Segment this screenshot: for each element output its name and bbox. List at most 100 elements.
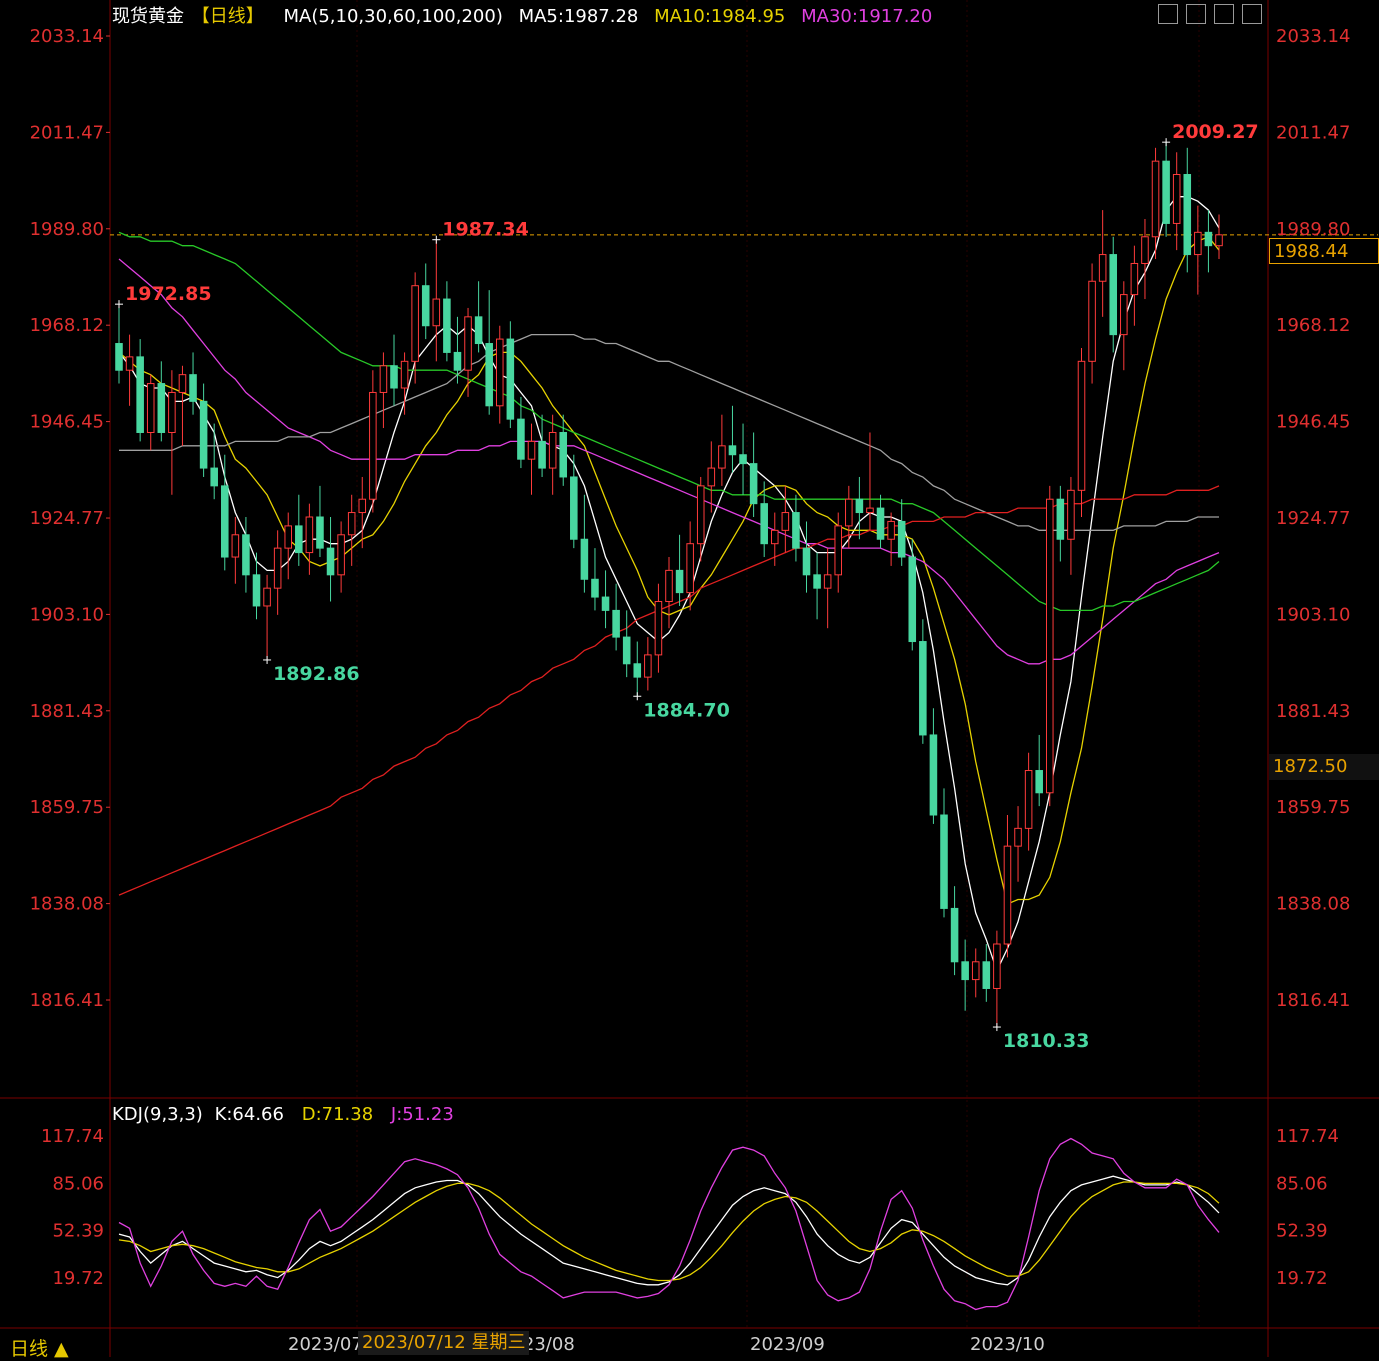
candle-up[interactable] [400,360,409,389]
candle-down[interactable] [1035,770,1043,794]
candle-up[interactable] [696,485,705,545]
crosshair-icon[interactable] [1158,4,1178,24]
candle-up[interactable] [125,356,134,371]
candle-down[interactable] [813,574,821,589]
candle-down[interactable] [950,907,959,963]
candle-down[interactable] [792,512,800,549]
candle-down[interactable] [220,485,229,558]
candle-down[interactable] [1056,498,1065,540]
bar-chart-icon[interactable] [1214,4,1234,24]
candle-up[interactable] [168,391,176,433]
candle-down[interactable] [252,574,261,607]
candle-up[interactable] [1014,827,1022,847]
candle-up[interactable] [411,285,419,362]
candle-up[interactable] [1215,234,1223,247]
candle-down[interactable] [443,298,451,353]
chart-canvas[interactable]: 2033.14 2033.14 2011.47 2011.47 1989.80 1989.… [0,0,1379,1357]
candle-down[interactable] [326,547,335,576]
candle-down[interactable] [1183,174,1192,256]
candle-up[interactable] [834,525,843,576]
candle-down[interactable] [1109,254,1118,336]
candle-down[interactable] [802,547,811,576]
candle-up[interactable] [263,587,271,607]
candle-up[interactable] [1098,254,1107,282]
candle-down[interactable] [622,636,631,665]
candle-up[interactable] [527,440,536,460]
candle-down[interactable] [675,569,684,594]
candle-down[interactable] [474,316,483,345]
candle-down[interactable] [242,534,250,576]
candle-up[interactable] [654,601,663,656]
candle-up[interactable] [337,534,345,576]
candle-down[interactable] [136,356,144,433]
candle-up[interactable] [707,467,716,487]
candle-up[interactable] [495,338,504,407]
candle-down[interactable] [295,525,303,554]
candle-down[interactable] [855,498,864,514]
candle-down[interactable] [1204,231,1213,247]
candle-down[interactable] [591,578,599,598]
candle-up[interactable] [887,520,895,540]
candle-down[interactable] [760,503,768,545]
candle-down[interactable] [940,814,948,909]
candle-down[interactable] [612,609,620,638]
candle-up[interactable] [358,498,367,514]
candle-up[interactable] [1024,770,1033,829]
candle-up[interactable] [1077,360,1086,491]
candle-down[interactable] [749,463,758,505]
candle-down[interactable] [199,400,208,469]
candle-up[interactable] [1194,231,1202,256]
candle-down[interactable] [506,338,515,420]
candle-up[interactable] [866,507,874,514]
candle-up[interactable] [971,961,980,981]
candle-up[interactable] [1003,845,1012,945]
candle-down[interactable] [517,418,525,460]
candle-up[interactable] [369,391,377,500]
candle-down[interactable] [982,961,991,989]
candle-up[interactable] [1172,174,1181,224]
candle-up[interactable] [770,529,779,545]
ma-params[interactable]: MA(5,10,30,60,100,200) [283,6,502,27]
candle-up[interactable] [548,431,557,469]
candle-up[interactable] [146,383,155,433]
candle-down[interactable] [189,374,197,402]
candle-up[interactable] [379,365,388,393]
candle-down[interactable] [961,961,969,981]
candle-down[interactable] [390,365,398,389]
candle-down[interactable] [316,516,324,549]
candle-down[interactable] [633,663,642,678]
candle-up[interactable] [1151,160,1160,238]
candle-up[interactable] [1067,489,1075,540]
candle-up[interactable] [644,654,652,678]
candle-up[interactable] [1130,262,1139,296]
candle-up[interactable] [718,445,726,469]
candle-down[interactable] [421,285,430,327]
candle-up[interactable] [686,543,694,594]
candle-down[interactable] [601,596,610,611]
candle-up[interactable] [1141,236,1149,264]
candle-down[interactable] [538,440,546,469]
candle-up[interactable] [665,569,673,603]
candle-up[interactable] [273,547,282,589]
bar-chart-icon[interactable] [1186,4,1206,24]
candle-up[interactable] [231,534,240,558]
candle-down[interactable] [115,343,123,371]
candle-up[interactable] [284,525,293,549]
candle-down[interactable] [559,431,568,478]
candle-down[interactable] [897,520,906,558]
candle-down[interactable] [570,476,578,540]
candle-down[interactable] [485,343,493,407]
candle-up[interactable] [781,512,790,531]
candle-up[interactable] [178,374,187,393]
candle-up[interactable] [1120,294,1128,336]
candle-down[interactable] [919,641,927,736]
kdj-params[interactable]: KDJ(9,3,3) [112,1104,203,1125]
candle-down[interactable] [453,351,462,371]
candle-up[interactable] [347,512,356,536]
candle-down[interactable] [728,445,737,456]
candle-up[interactable] [845,498,853,527]
candle-down[interactable] [210,467,218,487]
candle-down[interactable] [876,507,885,540]
candle-down[interactable] [929,734,938,816]
candle-down[interactable] [1162,160,1170,224]
